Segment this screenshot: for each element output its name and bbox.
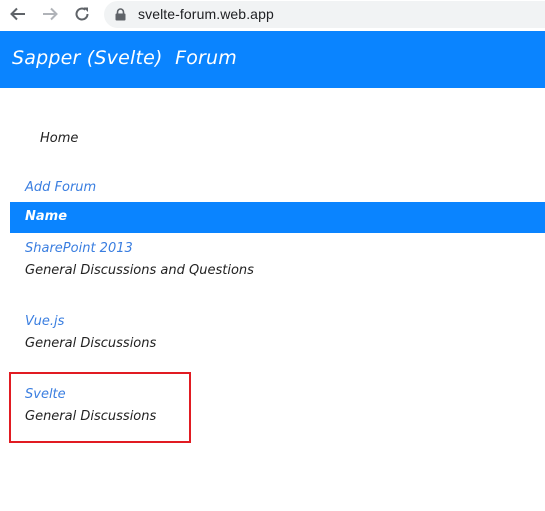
forward-button[interactable] [38, 3, 62, 25]
list-item: Vue.js General Discussions [25, 313, 156, 353]
home-link[interactable]: Home [40, 131, 78, 146]
forum-name-link[interactable]: SharePoint 2013 [25, 240, 254, 258]
list-item: SharePoint 2013 General Discussions and … [25, 240, 254, 280]
back-button[interactable] [6, 3, 30, 25]
forum-description: General Discussions and Questions [25, 263, 254, 278]
add-forum-link[interactable]: Add Forum [25, 180, 96, 195]
app-title: Sapper (Svelte) Forum [12, 47, 237, 69]
reload-icon [75, 7, 89, 21]
lock-icon [115, 8, 126, 21]
forum-name-link[interactable]: Vue.js [25, 313, 156, 331]
forum-description: General Discussions [25, 336, 157, 351]
highlight-box [9, 372, 191, 443]
column-name-header: Name [25, 209, 68, 224]
reload-button[interactable] [70, 3, 94, 25]
url-text: svelte-forum.web.app [138, 6, 274, 22]
arrow-right-icon [43, 7, 58, 21]
table-header: Name [10, 202, 545, 233]
app-header: Sapper (Svelte) Forum [0, 31, 545, 88]
arrow-left-icon [10, 7, 25, 21]
address-bar[interactable]: svelte-forum.web.app [104, 1, 545, 28]
browser-toolbar: svelte-forum.web.app [0, 0, 545, 31]
